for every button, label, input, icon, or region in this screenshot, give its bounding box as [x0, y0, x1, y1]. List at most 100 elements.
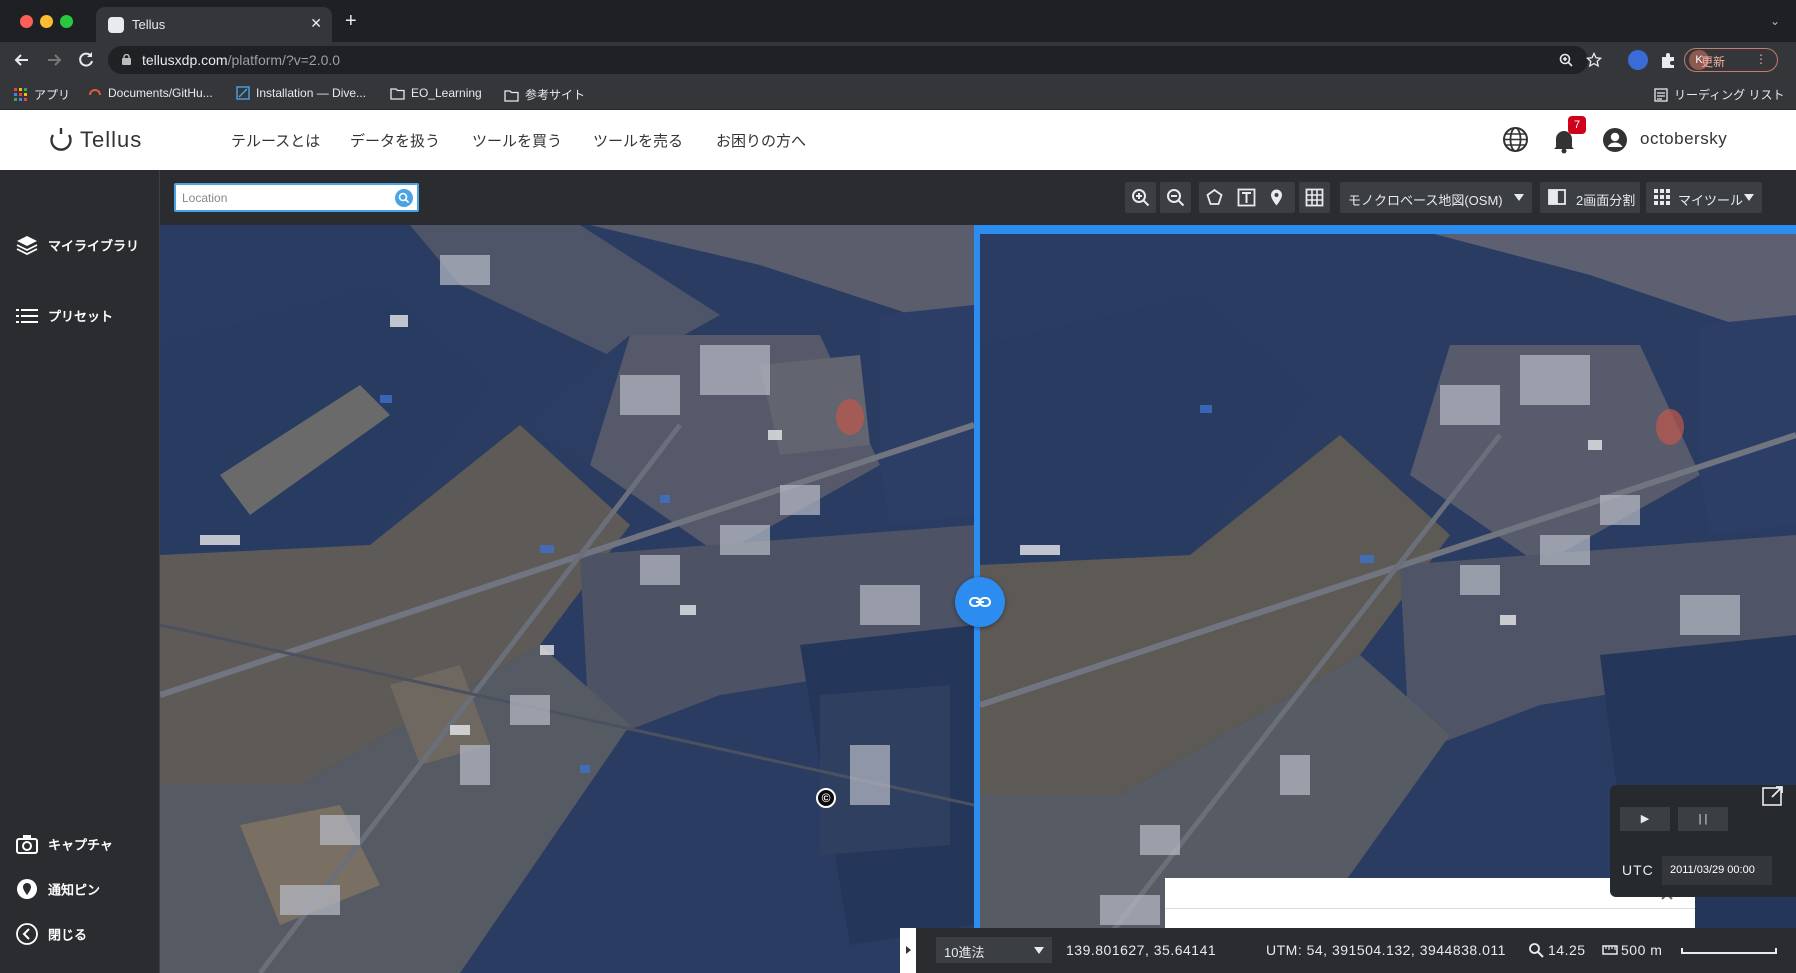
apps-grid-icon [1654, 189, 1670, 205]
tab-close-icon[interactable]: ✕ [310, 15, 322, 32]
play-button[interactable]: ▶ [1620, 807, 1670, 831]
location-search-input[interactable] [182, 189, 382, 207]
zoom-out-icon [1167, 189, 1185, 207]
browser-tab-bar: Tellus ✕ + ⌄ [0, 0, 1796, 42]
bookmark-apps[interactable]: アプリ [14, 86, 70, 103]
browser-tab[interactable]: Tellus ✕ [96, 7, 332, 42]
pin-icon [17, 879, 37, 899]
copyright-icon[interactable]: © [816, 788, 836, 808]
satellite-imagery-left [160, 225, 974, 973]
forward-arrow-icon[interactable] [44, 50, 64, 70]
address-bar[interactable]: tellusxdp.com/platform/?v=2.0.0 [108, 46, 1602, 74]
app-header: Tellus テルースとは データを扱う ツールを買う ツールを売る お困りの方… [0, 110, 1796, 170]
expand-icon[interactable] [1762, 786, 1784, 806]
search-icon [398, 192, 410, 204]
bookmark-eo-learning[interactable]: EO_Learning [390, 86, 482, 100]
grid-icon [1305, 188, 1324, 207]
sync-link-button[interactable] [955, 577, 1005, 627]
browser-toolbar: tellusxdp.com/platform/?v=2.0.0 K 更新 ⋮ [0, 42, 1796, 78]
split-screen-icon [1548, 189, 1566, 205]
apps-grid-icon [14, 88, 27, 101]
marker-pin-icon[interactable] [1267, 188, 1286, 207]
sidebar-item-presets[interactable]: プリセット [16, 306, 113, 332]
nav-about[interactable]: テルースとは [231, 130, 320, 151]
coord-format-select[interactable]: 10進法 [936, 937, 1052, 963]
zoom-out-button[interactable] [1160, 182, 1191, 213]
list-icon [16, 308, 38, 323]
minimize-window-button[interactable] [40, 15, 53, 28]
lock-icon [122, 54, 131, 65]
search-button[interactable] [395, 189, 413, 207]
bookmark-installation-dive[interactable]: Installation — Dive... [236, 86, 366, 100]
layers-icon [16, 236, 38, 255]
bookmarks-bar: アプリ Documents/GitHu... Installation — Di… [0, 78, 1796, 110]
user-avatar-icon[interactable] [1602, 127, 1628, 153]
split-view-label: 2画面分割 [1576, 193, 1636, 208]
username[interactable]: octobersky [1640, 129, 1727, 149]
map-area: © © [160, 225, 1796, 973]
draw-tools-group [1199, 182, 1295, 213]
nav-data[interactable]: データを扱う [350, 130, 440, 151]
left-map-view[interactable]: © [160, 225, 974, 973]
map-toolbar: モノクロベース地図(OSM) 2画面分割 マイツール [160, 170, 1796, 225]
zoom-in-icon [1132, 189, 1150, 207]
bookmark-star-icon[interactable] [1586, 52, 1602, 68]
scale-label: 500 m [1621, 942, 1663, 958]
nav-buy-tools[interactable]: ツールを買う [472, 130, 562, 151]
logo-text[interactable]: Tellus [80, 127, 142, 153]
collapse-toggle[interactable] [900, 928, 916, 973]
sidebar-item-my-library[interactable]: マイライブラリ [16, 235, 139, 261]
reading-list-icon [1654, 88, 1668, 102]
coord-format-value: 10進法 [944, 945, 985, 960]
sidebar-item-close[interactable]: 閉じる [16, 923, 87, 949]
tellus-logo-icon[interactable] [48, 126, 74, 152]
tellus-favicon-icon [108, 17, 124, 33]
reading-list[interactable]: リーディング リスト [1654, 86, 1785, 103]
url-text[interactable]: tellusxdp.com/platform/?v=2.0.0 [142, 52, 340, 68]
text-tool-icon[interactable] [1237, 188, 1256, 207]
nav-help[interactable]: お困りの方へ [716, 130, 806, 151]
tab-title: Tellus [132, 17, 166, 32]
zoom-in-button[interactable] [1125, 182, 1156, 213]
bookmark-reference-sites[interactable]: 参考サイト [504, 86, 585, 103]
polygon-draw-icon[interactable] [1205, 188, 1224, 207]
back-arrow-icon[interactable] [12, 50, 32, 70]
timezone-label: UTC [1622, 862, 1654, 878]
left-sidebar: マイライブラリ プリセット キャプチャ 通知ピン 閉じる [0, 170, 160, 973]
split-view-button[interactable]: 2画面分割 [1540, 182, 1640, 213]
datetime-field[interactable]: 2011/03/29 00:00 [1662, 856, 1772, 885]
new-tab-button[interactable]: + [345, 11, 357, 31]
globe-icon[interactable] [1502, 126, 1529, 153]
basemap-select[interactable]: モノクロベース地図(OSM) [1340, 182, 1532, 213]
grid-toggle-button[interactable] [1299, 182, 1330, 213]
location-search [174, 183, 419, 212]
reload-icon[interactable] [76, 50, 96, 70]
sidebar-item-notify-pin[interactable]: 通知ピン [16, 878, 100, 904]
tab-search-chevron-icon[interactable]: ⌄ [1770, 14, 1780, 28]
update-chrome-button[interactable]: 更新 ⋮ [1684, 48, 1778, 72]
popup-divider [1165, 908, 1695, 909]
link-icon [969, 597, 991, 607]
mytool-menu[interactable]: マイツール [1646, 182, 1762, 213]
zoom-level-icon [1529, 943, 1544, 958]
site-favicon [89, 89, 101, 96]
utm-readout: UTM: 54, 391504.132, 3944838.011 [1266, 942, 1506, 958]
puzzle-extensions-icon[interactable] [1658, 50, 1678, 70]
chevron-down-icon [1514, 194, 1524, 201]
bookmark-documents-github[interactable]: Documents/GitHu... [88, 86, 213, 100]
nav-sell-tools[interactable]: ツールを売る [593, 130, 683, 151]
sidebar-item-capture[interactable]: キャプチャ [16, 834, 113, 860]
chevron-down-icon [1034, 947, 1044, 954]
close-window-button[interactable] [20, 15, 33, 28]
maximize-window-button[interactable] [60, 15, 73, 28]
mytool-label: マイツール [1678, 193, 1744, 208]
pause-button[interactable]: | | [1678, 807, 1728, 831]
basemap-select-value: モノクロベース地図(OSM) [1348, 193, 1503, 208]
notification-badge: 7 [1568, 116, 1586, 134]
chevron-down-icon [1744, 194, 1754, 201]
camera-icon [16, 835, 38, 854]
zoom-indicator-icon[interactable] [1558, 52, 1574, 68]
extension-icon[interactable] [1628, 50, 1648, 70]
site-favicon [236, 86, 250, 100]
scale-bar [1681, 948, 1777, 954]
